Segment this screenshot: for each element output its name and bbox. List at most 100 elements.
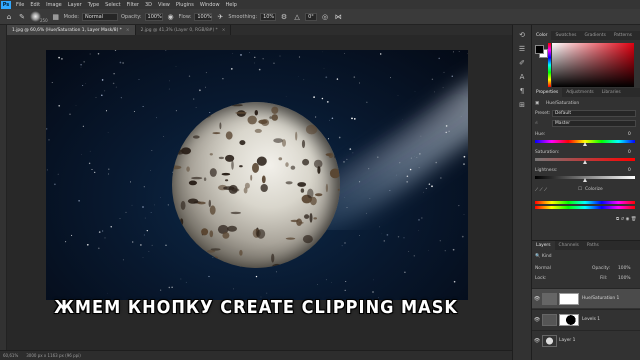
glyphs-icon[interactable]: A (516, 73, 528, 81)
foreground-color-swatch[interactable] (535, 45, 544, 54)
brush-tool-icon[interactable]: ✎ (17, 12, 27, 22)
clip-to-layer-icon[interactable]: ⧉ ↺ ◉ 🗑 (616, 216, 636, 222)
history-icon[interactable]: ⟲ (516, 31, 528, 39)
tab-swatches[interactable]: Swatches (551, 31, 580, 40)
star (344, 242, 346, 244)
layer-name[interactable]: Hue/Saturation 1 (582, 296, 619, 301)
planet-spot (313, 217, 317, 220)
airbrush-icon[interactable]: ✈ (215, 12, 225, 22)
brush-settings-icon[interactable]: ▦ (51, 12, 61, 22)
menu-filter[interactable]: Filter (124, 2, 142, 8)
color-picker-field[interactable] (552, 43, 634, 87)
visibility-eye-icon[interactable]: 👁 (532, 317, 542, 323)
tab-color[interactable]: Color (532, 31, 552, 40)
channel-select[interactable]: Master (552, 120, 636, 127)
menu-type[interactable]: Type (85, 2, 102, 8)
flow-field[interactable]: 100% (194, 12, 213, 21)
layer-opacity-field[interactable]: 100% (618, 266, 631, 271)
colorize-checkbox[interactable]: ☐ (578, 187, 582, 192)
lightness-slider-thumb[interactable] (583, 178, 587, 182)
tab-adjustments[interactable]: Adjustments (562, 88, 598, 97)
filter-kind-select[interactable]: 🔍 Kind (535, 254, 552, 259)
planet-spot (222, 232, 230, 239)
layer-name[interactable]: Layer 1 (559, 338, 575, 343)
brush-panel-icon[interactable]: ✐ (516, 59, 528, 67)
smoothing-field[interactable]: 10% (260, 12, 277, 21)
menu-help[interactable]: Help (223, 2, 240, 8)
tab-label: 1.jpg @ 60,6% (Hue/Saturation 1, Layer M… (12, 27, 122, 33)
layer-name[interactable]: Levels 1 (582, 317, 600, 322)
layer-row-levels[interactable]: 👁 Levels 1 (532, 309, 640, 329)
navigator-icon[interactable]: ☰ (516, 45, 528, 53)
hue-slider-thumb[interactable] (583, 142, 587, 146)
star (461, 235, 464, 238)
star (359, 181, 361, 183)
planet-spot (187, 198, 199, 204)
planet-spot (197, 201, 206, 205)
visibility-eye-icon[interactable]: 👁 (532, 338, 542, 344)
star (119, 218, 121, 219)
opacity-field[interactable]: 100% (144, 12, 163, 21)
targeted-adjustment-icon[interactable]: ☝ (535, 121, 538, 126)
star (463, 155, 466, 158)
menu-edit[interactable]: Edit (27, 2, 43, 8)
hue-strip[interactable] (548, 43, 551, 87)
pressure-opacity-icon[interactable]: ◉ (166, 12, 176, 22)
planet-spot (221, 172, 231, 176)
tab-layers[interactable]: Layers (532, 241, 555, 250)
paragraph-icon[interactable]: ¶ (516, 87, 528, 95)
lightness-value[interactable]: 0 (628, 168, 631, 173)
layer-opacity-label: Opacity: (592, 266, 611, 271)
menu-plugins[interactable]: Plugins (173, 2, 197, 8)
star (61, 58, 63, 60)
layer-row-hue-saturation[interactable]: 👁 Hue/Saturation 1 (532, 288, 640, 308)
tab-paths[interactable]: Paths (583, 241, 603, 250)
angle-field[interactable]: 0° (305, 12, 318, 21)
star (346, 158, 348, 160)
smoothing-settings-icon[interactable]: ⚙ (279, 12, 289, 22)
menu-window[interactable]: Window (197, 2, 223, 8)
star (419, 153, 421, 155)
zoom-level[interactable]: 60,61% (3, 353, 18, 358)
visibility-eye-icon[interactable]: 👁 (532, 296, 542, 302)
eyedropper-icons[interactable]: ⟋ ⟋ ⟋ (535, 187, 547, 193)
tab-properties[interactable]: Properties (532, 88, 563, 97)
fill-field[interactable]: 100% (618, 276, 631, 281)
symmetry-icon[interactable]: ⋈ (333, 12, 343, 22)
tab-libraries[interactable]: Libraries (598, 88, 625, 97)
hue-value[interactable]: 0 (628, 132, 631, 137)
saturation-value[interactable]: 0 (628, 150, 631, 155)
saturation-slider-thumb[interactable] (583, 160, 587, 164)
menu-image[interactable]: Image (43, 2, 65, 8)
planet-spot (209, 153, 213, 156)
home-icon[interactable]: ⌂ (4, 12, 14, 22)
star (448, 130, 450, 132)
planet-spot (254, 128, 262, 133)
tab-document-2[interactable]: 2.jpg @ 41,3% (Layer 0, RGB/8#) * × (136, 25, 232, 35)
layer-mask-thumbnail[interactable] (559, 313, 579, 326)
tab-patterns[interactable]: Patterns (610, 31, 636, 40)
menu-layer[interactable]: Layer (65, 2, 85, 8)
layer-row-layer1[interactable]: 👁 Layer 1 (532, 330, 640, 350)
preset-select[interactable]: Default (552, 110, 636, 117)
layer-mask-thumbnail[interactable] (559, 292, 579, 305)
tab-channels[interactable]: Channels (555, 241, 583, 250)
blend-mode-select[interactable]: Normal (535, 266, 551, 271)
mode-select[interactable]: Normal (81, 12, 118, 21)
planet-spot (278, 157, 283, 161)
document-canvas[interactable] (46, 50, 468, 300)
close-icon[interactable]: × (222, 28, 226, 33)
menu-file[interactable]: File (13, 2, 27, 8)
planet-spot (235, 111, 247, 114)
pressure-size-icon[interactable]: ◎ (320, 12, 330, 22)
menu-view[interactable]: View (155, 2, 173, 8)
close-icon[interactable]: × (126, 28, 130, 33)
menu-3d[interactable]: 3D (142, 2, 155, 8)
menu-select[interactable]: Select (102, 2, 123, 8)
star (452, 248, 455, 251)
libraries-icon[interactable]: ⊞ (516, 101, 528, 109)
tab-gradients[interactable]: Gradients (580, 31, 609, 40)
star (165, 244, 167, 246)
star (97, 247, 100, 250)
tab-document-1[interactable]: 1.jpg @ 60,6% (Hue/Saturation 1, Layer M… (7, 25, 136, 35)
